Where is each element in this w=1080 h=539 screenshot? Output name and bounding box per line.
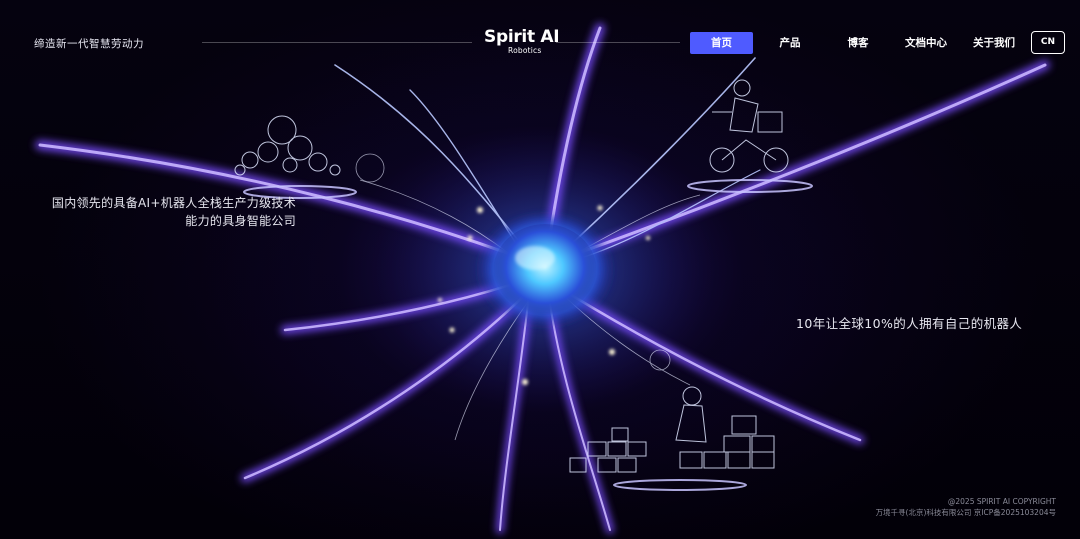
language-button[interactable]: CN xyxy=(1031,31,1065,54)
hero-left-line-1: 国内领先的具备AI+机器人全栈生产力级技术 xyxy=(51,196,296,210)
neuron-image xyxy=(35,23,1050,534)
blocks-robot-icon xyxy=(569,386,775,491)
core-highlight xyxy=(515,246,555,270)
nav-blog[interactable]: 博客 xyxy=(838,32,878,54)
neuron-core xyxy=(493,224,597,320)
nav-about[interactable]: 关于我们 xyxy=(970,32,1018,54)
nav-products[interactable]: 产品 xyxy=(770,32,810,54)
header-divider-right xyxy=(556,42,680,43)
hero-tagline-right: 10年让全球10%的人拥有自己的机器人 xyxy=(796,316,1023,331)
logo[interactable]: Spirit AI Robotics xyxy=(484,27,560,59)
logo-wordmark: Spirit AI xyxy=(484,27,560,47)
nav-home[interactable]: 首页 xyxy=(690,32,753,54)
footer: @2025 SPIRIT AI COPYRIGHT 万境千寻(北京)科技有限公司… xyxy=(876,496,1056,518)
nav-docs[interactable]: 文档中心 xyxy=(902,32,950,54)
hero-left-line-2: 能力的具身智能公司 xyxy=(185,214,296,228)
footer-company: 万境千寻(北京)科技有限公司 京ICP备2025103204号 xyxy=(875,508,1056,517)
hero-tagline-left: 国内领先的具备AI+机器人全栈生产力级技术 能力的具身智能公司 xyxy=(40,194,296,230)
home-page: 缔造新一代智慧劳动力 Spirit AI Robotics 首页 产品 博客 文… xyxy=(0,0,1080,539)
logo-subtitle: Robotics xyxy=(508,46,542,55)
header-divider-left xyxy=(202,42,472,43)
footer-copyright: @2025 SPIRIT AI COPYRIGHT xyxy=(947,497,1056,506)
tagline: 缔造新一代智慧劳动力 xyxy=(34,38,144,50)
